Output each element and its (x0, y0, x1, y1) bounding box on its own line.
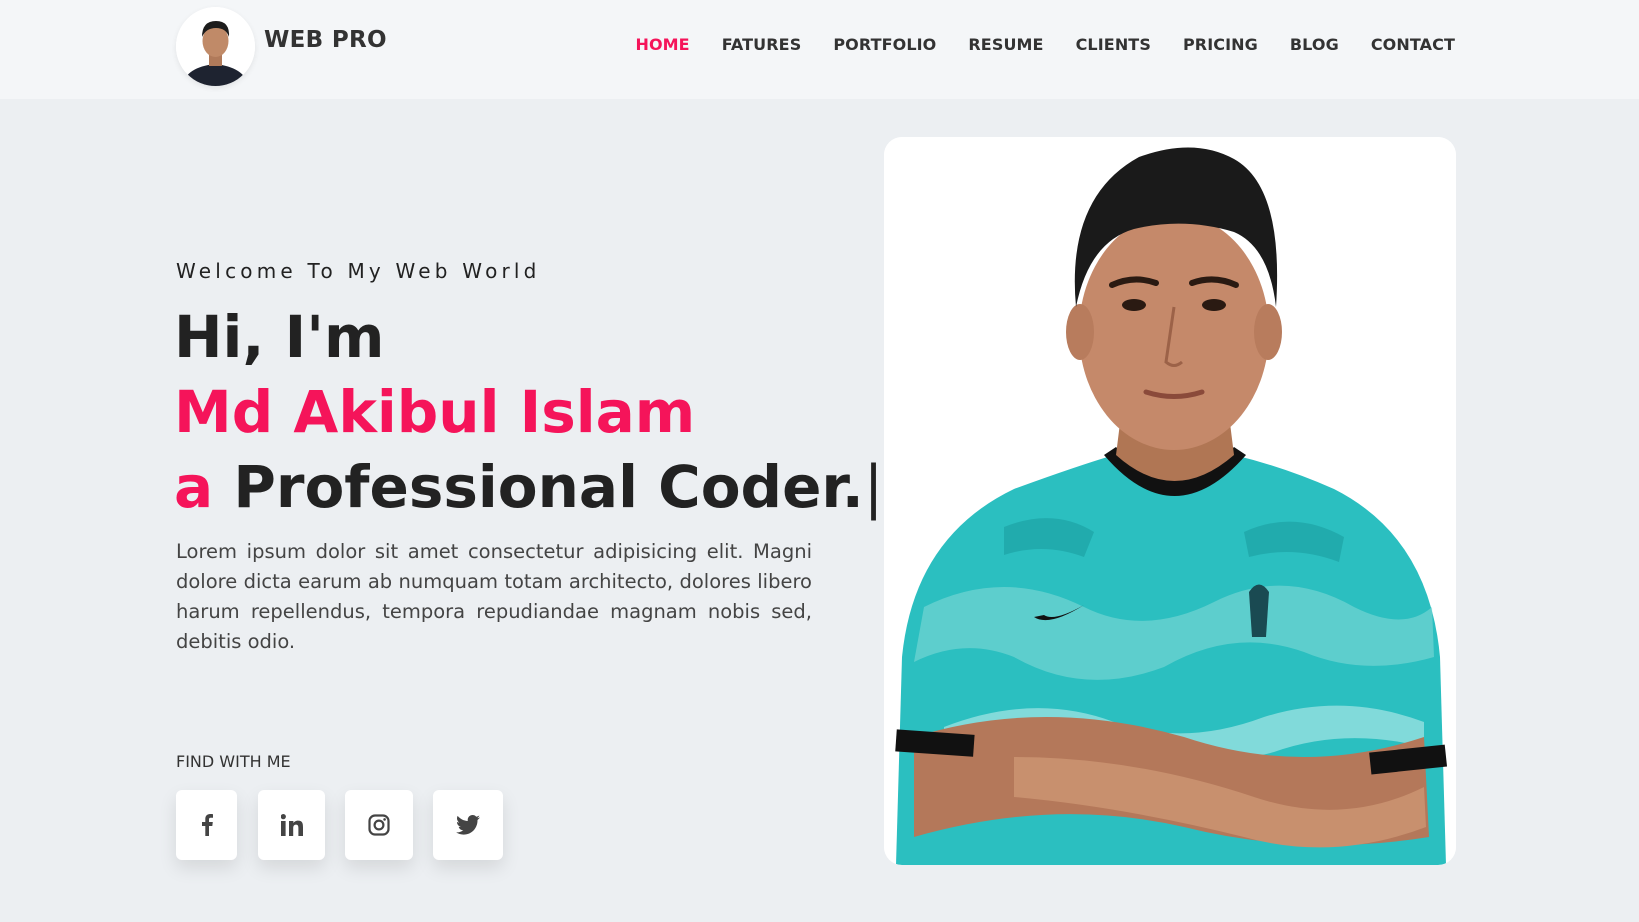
hero-role-prefix: a (174, 453, 214, 521)
hero-name: Md Akibul Islam (174, 378, 696, 446)
twitter-button[interactable] (433, 790, 503, 860)
nav-portfolio[interactable]: PORTFOLIO (833, 35, 936, 54)
linkedin-button[interactable] (258, 790, 325, 860)
logo-avatar[interactable] (176, 7, 255, 86)
hero-greeting: Hi, I'm (174, 303, 385, 371)
instagram-icon (368, 814, 390, 836)
find-with-me-label: FIND WITH ME (176, 752, 291, 771)
instagram-button[interactable] (345, 790, 413, 860)
hero-role: Professional Coder. (233, 453, 864, 521)
nav-resume[interactable]: RESUME (968, 35, 1043, 54)
site-header: WEB PRO HOME FATURES PORTFOLIO RESUME CL… (0, 0, 1639, 99)
brand-name[interactable]: WEB PRO (264, 27, 387, 53)
hero-role-line: a Professional Coder.| (174, 450, 883, 525)
nav-home[interactable]: HOME (635, 35, 689, 54)
nav-contact[interactable]: CONTACT (1371, 35, 1455, 54)
facebook-icon (200, 814, 214, 836)
nav-clients[interactable]: CLIENTS (1076, 35, 1151, 54)
hero-title: Hi, I'm Md Akibul Islam a Professional C… (174, 300, 883, 525)
hero-description: Lorem ipsum dolor sit amet consectetur a… (176, 540, 812, 653)
typing-cursor: | (863, 453, 884, 521)
twitter-icon (456, 815, 480, 835)
linkedin-icon (280, 814, 303, 836)
main-nav: HOME FATURES PORTFOLIO RESUME CLIENTS PR… (635, 35, 1455, 54)
nav-pricing[interactable]: PRICING (1183, 35, 1258, 54)
profile-portrait (884, 137, 1456, 865)
nav-blog[interactable]: BLOG (1290, 35, 1339, 54)
welcome-subtitle: Welcome To My Web World (176, 259, 541, 283)
nav-features[interactable]: FATURES (722, 35, 802, 54)
facebook-button[interactable] (176, 790, 237, 860)
